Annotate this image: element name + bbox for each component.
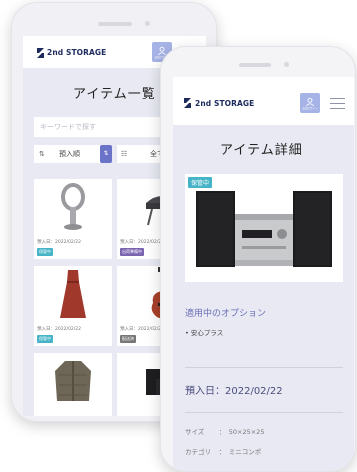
spec-label: カテゴリ: [185, 448, 211, 456]
phone-speaker: [239, 63, 271, 67]
status-badge: 保管中: [37, 248, 53, 256]
app-header: 2nd STORAGE 会員ログイン: [173, 77, 354, 125]
logo-icon: [37, 48, 44, 58]
sort-select[interactable]: ⇅ 預入順: [34, 145, 109, 163]
sort-label: 預入順: [59, 150, 80, 158]
sort-toggle-button[interactable]: ⇅: [100, 145, 112, 163]
status-badge: 出荷準備中: [120, 248, 144, 256]
spec-label: サイズ: [185, 428, 205, 436]
item-image: [34, 179, 112, 235]
phone-speaker: [98, 22, 132, 26]
item-card[interactable]: 預入日：2022/02/22 保管中: [34, 179, 112, 259]
option-item: • 安心プラス: [185, 327, 223, 337]
page-title: アイテム一覧: [73, 87, 156, 102]
deposit-date: 預入日：2022/02/22: [185, 386, 283, 397]
divider: [185, 412, 343, 413]
item-date: 預入日：2022/02/22: [120, 327, 164, 332]
phone-camera: [145, 21, 150, 26]
member-login-button[interactable]: 会員ログイン: [300, 93, 320, 113]
spec-row: サイズ ： 50×25×25: [185, 426, 264, 436]
item-date: 預入日：2022/02/22: [37, 240, 81, 245]
detail-screen: 2nd STORAGE 会員ログイン アイテム詳細 保管中 適用中のオプション …: [173, 77, 354, 471]
item-image: [196, 191, 332, 267]
brand-name: 2nd STORAGE: [47, 48, 107, 57]
item-date: 預入日：2022/02/22: [120, 240, 164, 245]
menu-icon[interactable]: [330, 98, 345, 109]
logo-icon: [184, 98, 191, 108]
spec-value: ： ミニコンポ: [219, 448, 262, 456]
phone-camera: [284, 62, 289, 67]
options-heading: 適用中のオプション: [185, 309, 267, 319]
divider: [185, 367, 343, 368]
spec-row: カテゴリ ： ミニコンポ: [185, 446, 261, 456]
user-icon: [305, 97, 315, 106]
phone-item-detail: 2nd STORAGE 会員ログイン アイテム詳細 保管中 適用中のオプション …: [160, 46, 356, 472]
brand-name: 2nd STORAGE: [195, 99, 255, 108]
item-image: [34, 266, 112, 322]
member-login-label: 会員ログイン: [302, 106, 318, 110]
item-card[interactable]: 預入日：2022/02/22 保管中: [34, 266, 112, 346]
item-image: [34, 353, 112, 409]
status-badge: 配送済: [120, 335, 136, 343]
status-badge: 保管中: [37, 335, 53, 343]
item-image-card: 保管中: [185, 174, 343, 282]
item-card[interactable]: [34, 353, 112, 416]
option-label: 安心プラス: [190, 329, 224, 337]
spec-value: ： 50×25×25: [219, 428, 265, 436]
filter-icon: ☷: [121, 150, 128, 158]
page-title: アイテム詳細: [220, 143, 303, 158]
item-date: 預入日：2022/02/22: [37, 327, 81, 332]
sort-icon: ⇅: [39, 150, 45, 158]
